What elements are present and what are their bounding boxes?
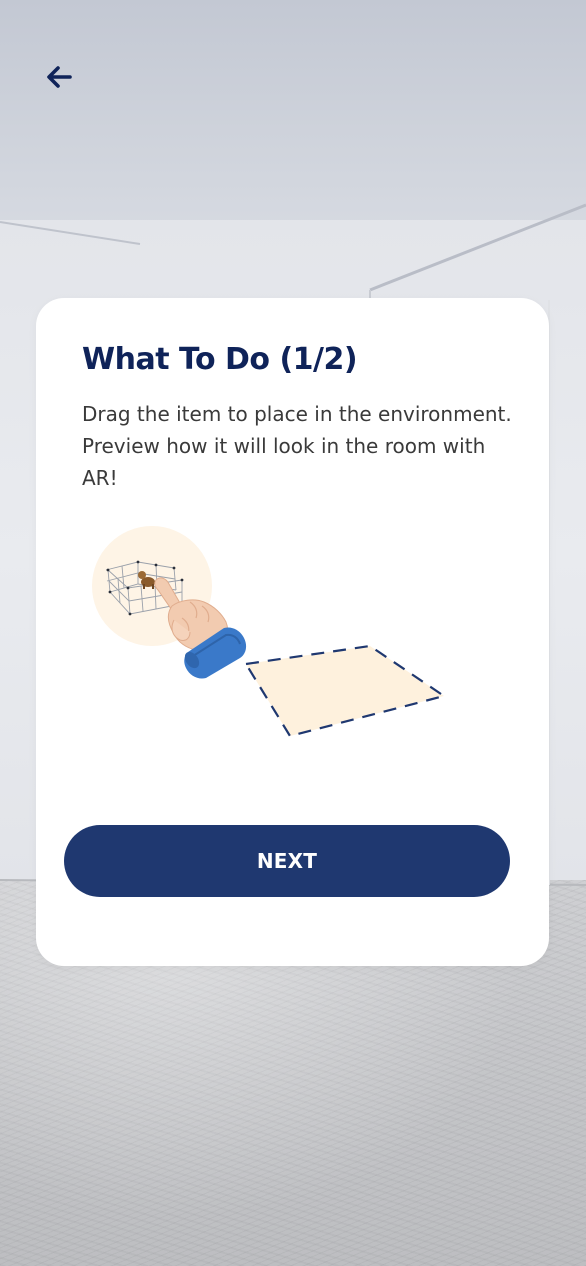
arrow-left-icon <box>47 66 72 88</box>
back-button[interactable] <box>36 56 82 98</box>
drag-to-place-illustration <box>92 526 446 738</box>
instruction-dialog: What To Do (1/2) Drag the item to place … <box>36 298 549 966</box>
dialog-title: What To Do (1/2) <box>82 342 358 377</box>
dialog-description: Drag the item to place in the environmen… <box>82 402 512 490</box>
placement-area-icon <box>244 644 446 738</box>
next-button[interactable]: NEXT <box>64 825 510 897</box>
